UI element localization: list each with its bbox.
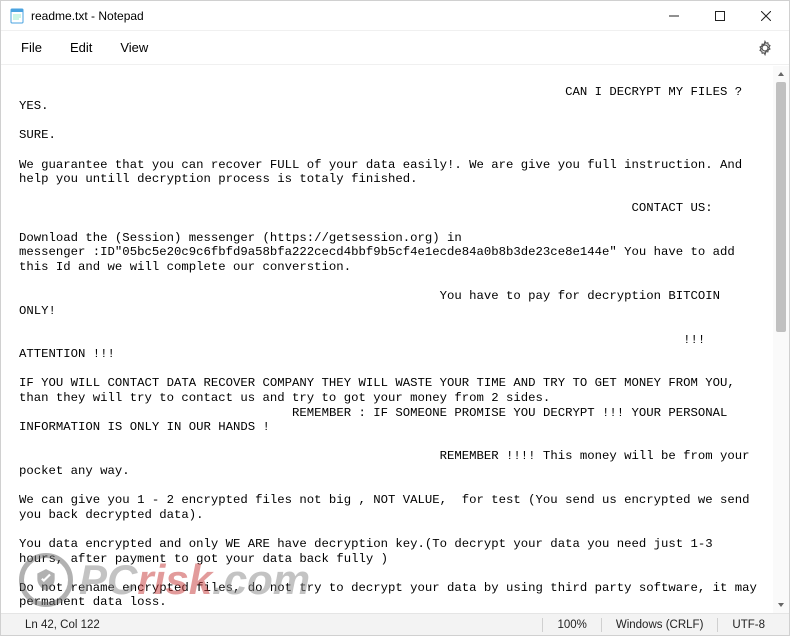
menu-edit[interactable]: Edit (58, 34, 104, 61)
maximize-button[interactable] (697, 1, 743, 31)
scroll-track[interactable] (773, 82, 789, 597)
close-button[interactable] (743, 1, 789, 31)
gear-icon (757, 40, 773, 56)
vertical-scrollbar[interactable] (773, 66, 789, 613)
status-line-ending: Windows (CRLF) (602, 619, 718, 631)
status-encoding: UTF-8 (718, 619, 779, 631)
menubar: File Edit View (1, 31, 789, 65)
settings-button[interactable] (749, 34, 781, 62)
content-area: CAN I DECRYPT MY FILES ? YES. SURE. We g… (1, 66, 789, 613)
titlebar: readme.txt - Notepad (1, 1, 789, 31)
scroll-up-arrow[interactable] (773, 66, 789, 82)
text-editor[interactable]: CAN I DECRYPT MY FILES ? YES. SURE. We g… (1, 66, 773, 613)
status-zoom[interactable]: 100% (543, 619, 600, 631)
minimize-button[interactable] (651, 1, 697, 31)
scroll-thumb[interactable] (776, 82, 786, 332)
notepad-icon (9, 8, 25, 24)
status-cursor: Ln 42, Col 122 (11, 619, 114, 631)
scroll-down-arrow[interactable] (773, 597, 789, 613)
statusbar: Ln 42, Col 122 100% Windows (CRLF) UTF-8 (1, 613, 789, 635)
menu-file[interactable]: File (9, 34, 54, 61)
window-controls (651, 1, 789, 30)
window-title: readme.txt - Notepad (31, 9, 651, 23)
menu-view[interactable]: View (108, 34, 160, 61)
